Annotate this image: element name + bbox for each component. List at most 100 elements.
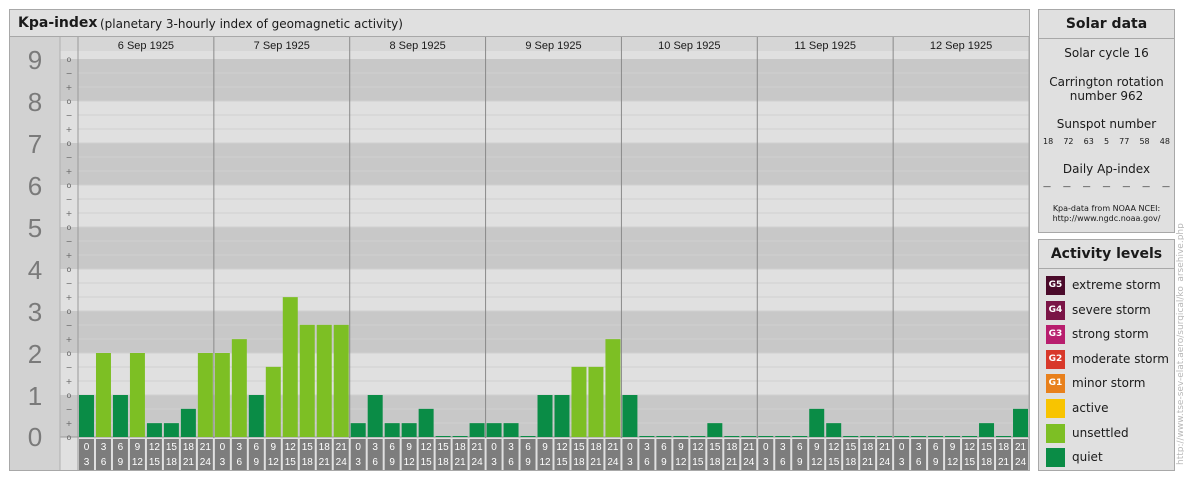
minor-tick-mark: + [66,83,73,92]
hour-label-start: 9 [950,442,956,453]
kp-bar [690,436,706,437]
hour-label-start: 15 [981,442,993,453]
hour-label-start: 21 [200,442,212,453]
kp-bar [95,353,111,437]
ap-index-value: — [1043,182,1051,191]
hour-label-end: 21 [183,457,195,468]
legend-swatch [1046,399,1065,418]
legend-label: active [1072,401,1109,415]
legend-swatch [1046,448,1065,468]
minor-tick-mark: + [66,251,73,260]
hour-label-end: 18 [845,457,857,468]
kp-bar [605,339,621,437]
hour-label-start: 15 [573,442,585,453]
kp-bar [79,395,94,437]
legend-label: minor storm [1072,376,1146,391]
hour-label-start: 3 [644,442,650,453]
legend-label: unsettled [1072,425,1129,440]
hour-label-start: 15 [845,442,857,453]
data-source-link[interactable]: http://www.ngdc.noaa.gov/ [1039,214,1174,223]
hour-label-start: 12 [828,442,840,453]
hour-label-end: 21 [590,457,602,468]
kp-bar [877,436,893,437]
legend-item: G4 severe storm [1046,300,1171,321]
kp-bar [673,436,689,437]
kp-bar [809,408,825,437]
hour-label-start: 21 [336,442,348,453]
kp-bar [231,339,247,437]
ap-index-value: — [1102,182,1111,191]
kp-bar [537,395,553,437]
minor-tick-mark: o [67,181,72,190]
y-tick-label: 1 [28,381,42,411]
activity-levels-panel: Activity levels G5 extreme storm G4 severe … [1038,239,1175,471]
hour-label-start: 12 [964,442,976,453]
hour-label-end: 9 [797,457,803,468]
hour-label-start: 0 [627,442,633,453]
hour-label-end: 24 [1015,457,1027,468]
kp-bar [214,353,230,437]
sunspot-value: 77 [1119,137,1130,146]
kp-bar [350,423,366,437]
kp-bar [588,366,604,437]
solar-cycle: Solar cycle 16 [1064,46,1149,60]
hour-label-end: 15 [964,457,976,468]
hour-label-end: 21 [455,457,467,468]
y-tick-label: 5 [28,213,42,243]
hour-label-start: 15 [709,442,721,453]
legend-swatch: G3 [1046,325,1065,345]
kp-bar [112,395,128,437]
minor-tick-mark: o [67,349,72,358]
legend-swatch: G4 [1046,300,1065,320]
watermark: http://www.tse-sev-elat.aero/surgical/ko… [1176,223,1184,465]
hour-label-end: 6 [237,457,243,468]
hour-label-end: 18 [302,457,314,468]
hour-label-start: 3 [780,442,786,453]
kp-bar [520,436,536,437]
hour-label-start: 12 [556,442,568,453]
hour-label-end: 15 [692,457,704,468]
kp-bar [826,423,842,437]
hour-label-start: 0 [84,442,90,453]
kp-bar [724,436,740,437]
hour-label-start: 6 [254,442,260,453]
sunspot-value: 58 [1139,137,1150,146]
minor-tick-mark: o [67,139,72,148]
hour-label-end: 12 [811,457,823,468]
kp-bar [299,324,315,437]
kp-bar [911,436,927,437]
kp-bar [316,324,332,437]
hour-label-end: 24 [743,457,755,468]
sunspot-value: 72 [1063,137,1074,146]
hour-label-end: 3 [355,457,361,468]
y-tick-label: 4 [28,255,42,285]
hour-label-end: 21 [726,457,738,468]
minor-tick-mark: o [67,55,72,64]
legend-item: G1 minor storm [1046,374,1171,394]
ap-index-value: — [1082,182,1091,191]
hour-label-end: 18 [981,457,993,468]
kpa-chart: 0123456789o+−o+−o+−o+−o+−o+−o+−o+−o+−o6 … [10,37,1030,470]
kp-bar [418,408,434,437]
ap-index-value: — [1142,182,1151,191]
band-8 [10,59,1029,101]
legend-item: quiet [1046,448,1171,468]
y-tick-label: 3 [28,297,42,327]
hour-label-end: 21 [319,457,331,468]
carrington-rotation-line1: Carrington rotation [1049,75,1164,89]
ap-index-value: — [1062,182,1071,191]
legend-swatch: G5 [1046,276,1065,295]
solar-data-title: Solar data [1039,10,1174,39]
band-3 [10,269,1029,311]
y-tick-label: 7 [28,129,42,159]
sunspot-value: 5 [1103,137,1110,146]
minor-tick-mark: o [67,391,72,400]
sunspot-value: 63 [1083,137,1094,146]
kp-bar [843,436,859,437]
kp-bar [860,436,876,437]
hour-label-start: 9 [814,442,820,453]
hour-label-start: 6 [933,442,939,453]
minor-tick-mark: − [66,111,73,120]
legend-label: strong storm [1072,327,1149,342]
legend-item: G2 moderate storm [1046,349,1171,370]
